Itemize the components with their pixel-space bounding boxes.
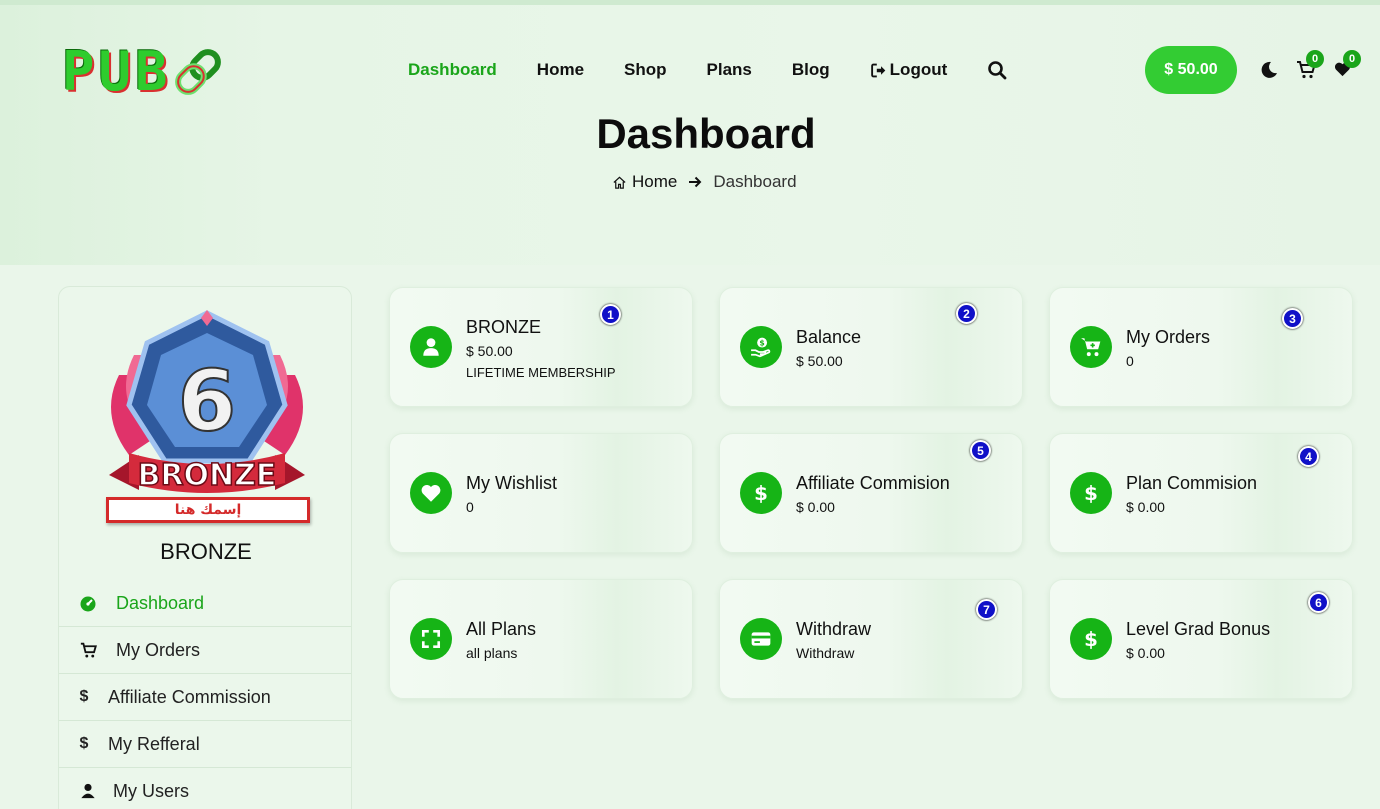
chain-logo-icon xyxy=(174,49,221,95)
card-title: Level Grad Bonus xyxy=(1126,619,1271,639)
card-subtitle: LIFETIME MEMBERSHIP xyxy=(466,364,616,380)
logo[interactable]: PUB xyxy=(62,42,222,102)
sidebar-item-label: Dashboard xyxy=(116,592,205,613)
step-marker: 7 xyxy=(976,599,997,620)
dollar-icon: $ xyxy=(79,688,89,705)
card-value: $ 0.00 xyxy=(1126,499,1165,515)
nav-home[interactable]: Home xyxy=(537,60,584,80)
card-title: Plan Commision xyxy=(1126,473,1258,493)
card-value: $ 0.00 xyxy=(796,499,835,515)
step-marker: 4 xyxy=(1298,446,1319,467)
card-value: $ 50.00 xyxy=(466,342,513,359)
card-value: 0 xyxy=(1126,353,1134,369)
card-balance[interactable]: $ Balance $ 50.00 2 xyxy=(719,287,1023,407)
step-marker: 6 xyxy=(1308,592,1329,613)
nav-dashboard[interactable]: Dashboard xyxy=(408,60,497,80)
nav-blog[interactable]: Blog xyxy=(792,60,830,80)
home-icon xyxy=(613,176,626,189)
nav-plans[interactable]: Plans xyxy=(707,60,752,80)
svg-text:$: $ xyxy=(1084,482,1098,504)
logout-icon xyxy=(870,63,885,77)
breadcrumb-current: Dashboard xyxy=(713,172,797,191)
user-icon xyxy=(410,326,452,368)
svg-text:$: $ xyxy=(1084,628,1098,650)
sidebar-item-my-users[interactable]: My Users xyxy=(59,768,351,809)
sidebar-menu: Dashboard My Orders $ Affiliate Commissi… xyxy=(59,580,351,809)
step-marker: 5 xyxy=(970,440,991,461)
badge-number: 6 xyxy=(178,352,236,450)
card-membership[interactable]: BRONZE $ 50.00 LIFETIME MEMBERSHIP 1 xyxy=(389,287,693,407)
bronze-level-badge: 6 BRONZE xyxy=(109,310,305,494)
cart-icon xyxy=(1070,326,1112,368)
profile-sidebar: 6 BRONZE إسمك هنا BRONZE Dashboard My Or… xyxy=(58,286,352,809)
breadcrumb-home[interactable]: Home xyxy=(632,172,677,192)
dollar-icon: $ xyxy=(1070,618,1112,660)
name-placeholder-box: إسمك هنا xyxy=(106,497,310,523)
page-title: Dashboard xyxy=(596,110,816,157)
card-plan-commision[interactable]: $ Plan Commision $ 0.00 4 xyxy=(1049,433,1353,553)
card-title: Withdraw xyxy=(796,619,872,639)
credit-card-icon xyxy=(740,618,782,660)
sidebar-item-label: Affiliate Commission xyxy=(108,686,271,707)
dollar-icon: $ xyxy=(79,735,89,752)
card-level-grad-bonus[interactable]: $ Level Grad Bonus $ 0.00 6 xyxy=(1049,579,1353,699)
sidebar-item-affiliate-commission[interactable]: $ Affiliate Commission xyxy=(59,674,351,721)
expand-icon xyxy=(410,618,452,660)
breadcrumb: Home Dashboard xyxy=(612,172,797,192)
card-value: Withdraw xyxy=(796,645,855,661)
sidebar-item-my-refferal[interactable]: $ My Refferal xyxy=(59,721,351,768)
wishlist-button[interactable]: 0 xyxy=(1333,50,1361,82)
search-icon[interactable] xyxy=(987,60,1007,80)
step-marker: 2 xyxy=(956,303,977,324)
cart-count-badge: 0 xyxy=(1306,50,1324,68)
heart-icon xyxy=(410,472,452,514)
card-all-plans[interactable]: All Plans all plans xyxy=(389,579,693,699)
sidebar-item-dashboard[interactable]: Dashboard xyxy=(59,580,351,627)
card-title: Balance xyxy=(796,327,862,347)
card-my-wishlist[interactable]: My Wishlist 0 xyxy=(389,433,693,553)
balance-button[interactable]: $ 50.00 xyxy=(1145,46,1237,94)
card-withdraw[interactable]: Withdraw Withdraw 7 xyxy=(719,579,1023,699)
logo-text: PUB xyxy=(62,40,172,103)
dollar-icon: $ xyxy=(740,472,782,514)
nav-shop[interactable]: Shop xyxy=(624,60,667,80)
card-title: My Wishlist xyxy=(466,473,557,493)
card-title: Affiliate Commision xyxy=(796,473,950,493)
cart-button[interactable]: 0 xyxy=(1296,50,1324,82)
card-value: $ 0.00 xyxy=(1126,645,1165,661)
svg-text:$: $ xyxy=(754,482,768,504)
card-my-orders[interactable]: My Orders 0 3 xyxy=(1049,287,1353,407)
main-nav: Dashboard Home Shop Plans Blog Logout xyxy=(408,59,1007,81)
card-value: all plans xyxy=(466,645,518,661)
card-value: $ 50.00 xyxy=(796,353,843,369)
dollar-icon: $ xyxy=(1070,472,1112,514)
step-marker: 3 xyxy=(1282,308,1303,329)
user-icon xyxy=(79,782,97,800)
sidebar-item-label: My Orders xyxy=(116,639,201,660)
badge-label: BRONZE xyxy=(138,458,277,493)
card-title: My Orders xyxy=(1126,327,1211,347)
arrow-right-icon xyxy=(689,176,702,188)
card-title: All Plans xyxy=(466,619,537,639)
sidebar-item-label: My Refferal xyxy=(108,733,200,754)
speedometer-icon xyxy=(79,594,97,612)
logout-label: Logout xyxy=(889,60,948,79)
card-affiliate-commision[interactable]: $ Affiliate Commision $ 0.00 5 xyxy=(719,433,1023,553)
sidebar-item-my-orders[interactable]: My Orders xyxy=(59,627,351,674)
card-value: 0 xyxy=(466,499,474,515)
sidebar-item-label: My Users xyxy=(113,780,189,801)
wishlist-count-badge: 0 xyxy=(1343,50,1361,68)
hand-money-icon: $ xyxy=(740,326,782,368)
cart-icon xyxy=(79,641,97,659)
svg-text:$: $ xyxy=(759,338,764,347)
level-name: BRONZE xyxy=(160,539,252,564)
dark-mode-moon-icon[interactable] xyxy=(1259,60,1279,80)
card-title: BRONZE xyxy=(466,316,542,337)
nav-logout[interactable]: Logout xyxy=(870,60,948,80)
step-marker: 1 xyxy=(600,304,621,325)
